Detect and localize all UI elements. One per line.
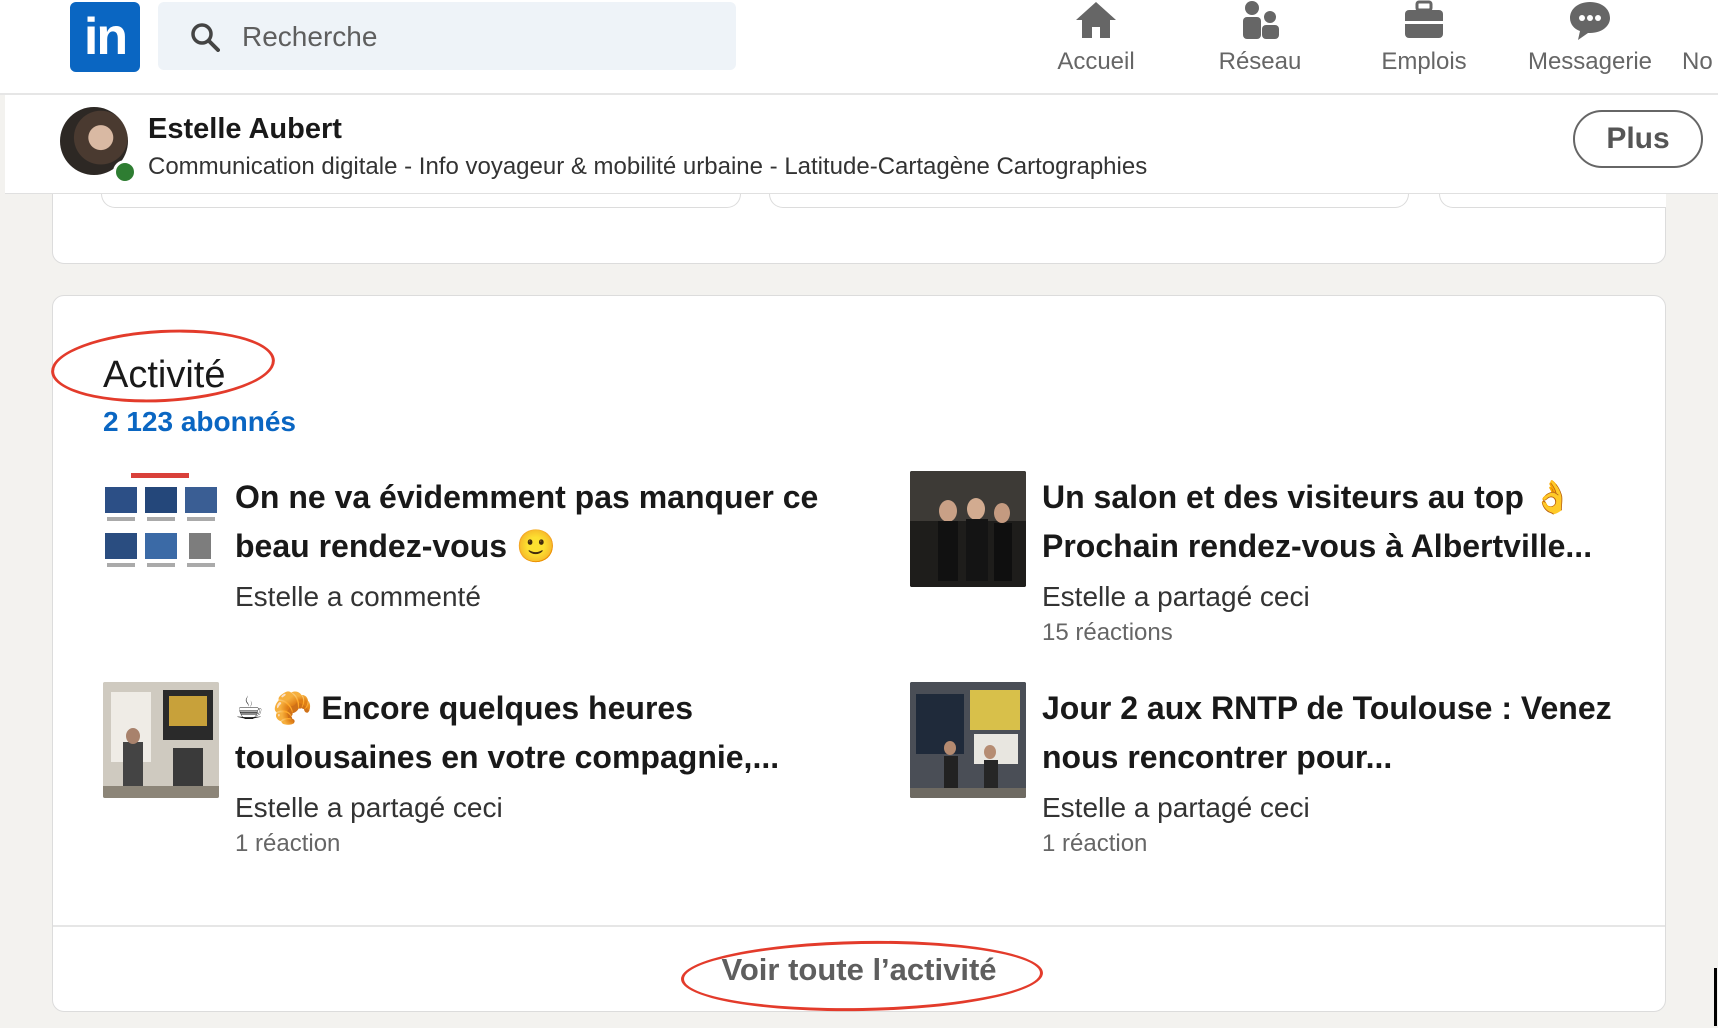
nav-jobs[interactable]: Emplois xyxy=(1372,0,1476,80)
notification-icon xyxy=(1682,0,1718,42)
stand-photo xyxy=(910,682,1026,798)
post-title[interactable]: ☕ 🥐 Encore quelques heures toulousaines … xyxy=(235,684,835,782)
message-icon xyxy=(1570,2,1610,40)
post-title[interactable]: On ne va évidemment pas manquer ce beau … xyxy=(235,473,835,571)
nav-home-label: Accueil xyxy=(1057,48,1135,75)
activity-card: Activité 2 123 abonnés On ne va évidemme… xyxy=(49,295,1666,1015)
post-title[interactable]: Un salon et des visiteurs au top 👌 Proch… xyxy=(1042,473,1642,571)
sticky-profile-header: Estelle Aubert Communication digitale - … xyxy=(5,95,1718,194)
home-icon xyxy=(1076,2,1116,38)
post-thumbnail[interactable] xyxy=(103,471,219,587)
text-cursor xyxy=(1714,968,1717,1026)
post-reactions[interactable]: 15 réactions xyxy=(1042,619,1173,647)
activity-post[interactable]: Jour 2 aux RNTP de Toulouse : Venez nous… xyxy=(910,682,1612,857)
post-meta: Estelle a partagé ceci xyxy=(1042,581,1310,612)
profile-headline: Communication digitale - Info voyageur &… xyxy=(148,153,1148,180)
post-reactions[interactable]: 1 réaction xyxy=(1042,830,1147,858)
stand-photo xyxy=(103,682,219,798)
activity-post[interactable]: ☕ 🥐 Encore quelques heures toulousaines … xyxy=(103,682,803,857)
network-icon xyxy=(1243,1,1279,39)
more-button[interactable]: Plus xyxy=(1573,110,1703,168)
newsletter-image xyxy=(105,473,217,567)
post-thumbnail[interactable] xyxy=(103,682,219,798)
post-meta: Estelle a commenté xyxy=(235,581,481,612)
search-icon xyxy=(191,23,220,52)
post-title[interactable]: Jour 2 aux RNTP de Toulouse : Venez nous… xyxy=(1042,684,1642,782)
nav-notifications[interactable]: No xyxy=(1682,0,1718,80)
activity-post[interactable]: Un salon et des visiteurs au top 👌 Proch… xyxy=(910,471,1610,646)
event-photo xyxy=(910,471,1026,587)
online-status-indicator xyxy=(113,160,137,184)
post-thumbnail[interactable] xyxy=(910,682,1026,798)
nav-notifications-label: No xyxy=(1682,48,1713,75)
briefcase-icon xyxy=(1405,0,1443,38)
followers-count[interactable]: 2 123 abonnés xyxy=(103,406,296,438)
nav-home[interactable]: Accueil xyxy=(1048,0,1144,80)
title-annotation-circle xyxy=(49,324,277,408)
top-navigation: in Accueil Réseau Emplois xyxy=(0,0,1718,95)
nav-messaging-label: Messagerie xyxy=(1527,48,1653,75)
post-meta: Estelle a partagé ceci xyxy=(235,792,503,823)
card-divider xyxy=(53,925,1665,927)
nav-network-label: Réseau xyxy=(1218,48,1302,75)
post-thumbnail[interactable] xyxy=(910,471,1026,587)
nav-network[interactable]: Réseau xyxy=(1212,0,1308,80)
nav-messaging[interactable]: Messagerie xyxy=(1520,0,1660,80)
nav-jobs-label: Emplois xyxy=(1381,48,1467,75)
post-meta: Estelle a partagé ceci xyxy=(1042,792,1310,823)
linkedin-logo[interactable]: in xyxy=(70,2,140,72)
activity-post[interactable]: On ne va évidemment pas manquer ce beau … xyxy=(103,471,818,641)
search-input[interactable] xyxy=(240,14,704,60)
profile-name: Estelle Aubert xyxy=(148,113,342,145)
search-bar[interactable] xyxy=(158,2,736,70)
post-reactions[interactable]: 1 réaction xyxy=(235,830,340,858)
